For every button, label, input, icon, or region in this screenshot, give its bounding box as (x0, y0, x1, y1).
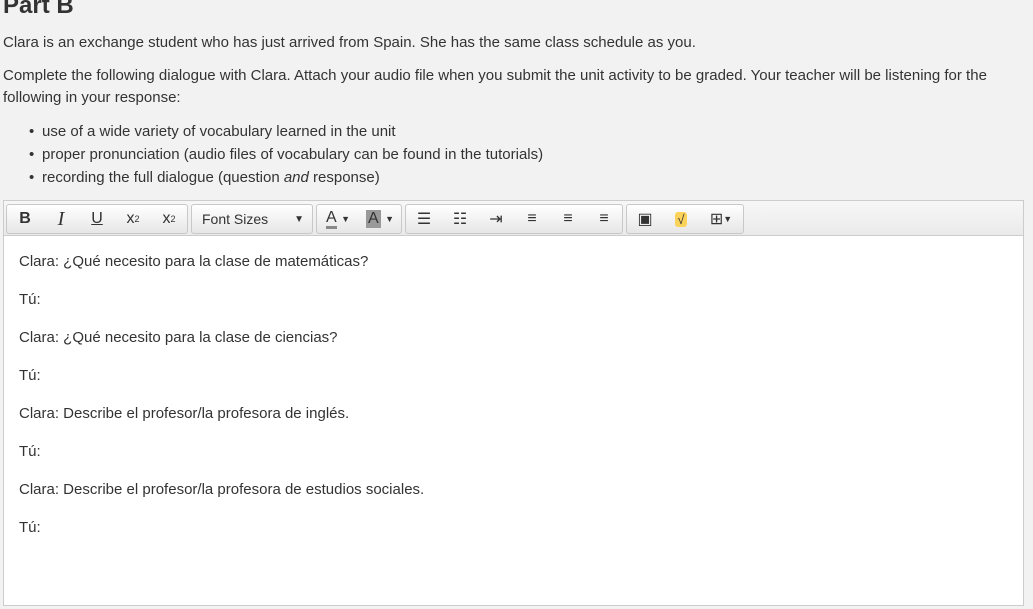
editor-content[interactable]: Clara: ¿Qué necesito para la clase de ma… (4, 236, 1023, 568)
dialogue-line: Tú: (19, 519, 41, 536)
section-heading: Part B (3, 0, 74, 19)
italic-button[interactable]: I (43, 205, 79, 233)
image-icon[interactable]: ▣ (627, 205, 663, 233)
underline-button[interactable]: U (79, 205, 115, 233)
dialogue-line: Tú: (19, 367, 41, 384)
table-icon[interactable]: ⊞ ▼ (699, 205, 743, 233)
numbered-list-icon[interactable]: ☷ (442, 205, 478, 233)
dialogue-line: Clara: ¿Qué necesito para la clase de ma… (19, 253, 369, 270)
text: response) (308, 169, 380, 186)
indent-icon[interactable]: ⇥ (478, 205, 514, 233)
equation-icon[interactable]: √ (663, 205, 699, 233)
list-item: proper pronunciation (audio files of voc… (29, 143, 543, 166)
rich-text-editor: B I U x2 x2 Font Sizes ▼ A ▼ A ▼ ☰ ☷ ⇥ ≡ … (3, 200, 1024, 606)
font-sizes-label: Font Sizes (202, 211, 269, 227)
caret-down-icon: ▼ (385, 214, 395, 224)
dialogue-line: Clara: Describe el profesor/la profesora… (19, 481, 425, 498)
superscript-button[interactable]: x2 (115, 205, 151, 233)
editor-toolbar: B I U x2 x2 Font Sizes ▼ A ▼ A ▼ ☰ ☷ ⇥ ≡ … (4, 201, 1023, 236)
dialogue-line: Clara: ¿Qué necesito para la clase de ci… (19, 329, 338, 346)
list-item: recording the full dialogue (question an… (29, 166, 543, 189)
dialogue-line: Tú: (19, 443, 41, 460)
subscript-button[interactable]: x2 (151, 205, 187, 233)
bullet-list-icon[interactable]: ☰ (406, 205, 442, 233)
align-right-icon[interactable]: ≡ (586, 205, 622, 233)
align-left-icon[interactable]: ≡ (514, 205, 550, 233)
list-item: use of a wide variety of vocabulary lear… (29, 120, 543, 143)
font-sizes-dropdown[interactable]: Font Sizes ▼ (192, 205, 312, 233)
dialogue-line: Clara: Describe el profesor/la profesora… (19, 405, 350, 422)
bold-button[interactable]: B (7, 205, 43, 233)
text-color-button[interactable]: A ▼ (317, 205, 359, 233)
requirements-list: use of a wide variety of vocabulary lear… (10, 120, 543, 189)
dialogue-line: Tú: (19, 291, 41, 308)
background-color-button[interactable]: A ▼ (359, 205, 401, 233)
align-center-icon[interactable]: ≡ (550, 205, 586, 233)
intro-text: Clara is an exchange student who has jus… (3, 34, 696, 51)
text: recording the full dialogue (question (42, 169, 284, 186)
emphasis: and (283, 169, 309, 186)
instructions-text: Complete the following dialogue with Cla… (3, 67, 987, 106)
caret-down-icon: ▼ (341, 214, 351, 224)
caret-down-icon: ▼ (294, 213, 304, 225)
